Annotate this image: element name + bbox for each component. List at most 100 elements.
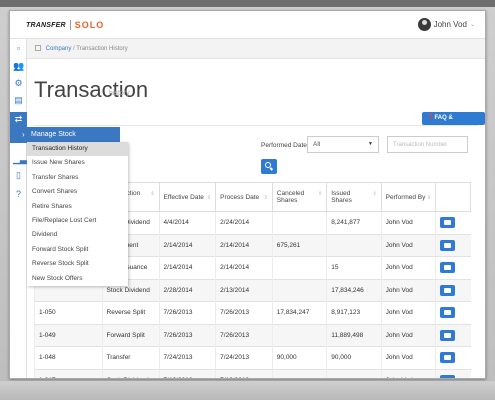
col-header-performed-by[interactable]: ⇕ Performed By [380,182,437,212]
cell-actions [435,346,471,369]
col-header-process-date[interactable]: ⇕ Process Date [215,182,273,212]
menu-item[interactable]: File/Replace Lost Cert [27,214,128,228]
menu-item[interactable]: New Stock Offers [27,272,128,286]
menu-item[interactable]: Reverse Stock Split [27,257,128,271]
settings-icon[interactable]: ⚙ [13,78,24,88]
menu-item[interactable]: Dividend [27,228,128,242]
col-header-canceled-shares[interactable]: ⇕ Canceled Shares [271,182,328,212]
cell-transaction-id: 1-050 [34,301,103,324]
collapse-icon[interactable]: ▫ [13,43,24,53]
cell-effective-date: 7/19/2013 [158,368,216,378]
cell-process-date: 2/14/2014 [215,256,273,279]
breadcrumb-company-link[interactable]: Company [46,46,72,52]
icon-sidebar: ▫ 👥 ⚙ ▤ ⇄ ▭ ▁▃ ▯ ? [10,39,27,378]
cell-canceled-shares: 675,261 [271,233,327,257]
cell-transaction-id: 1-047 [34,368,103,378]
cell-effective-date: 7/26/2013 [158,323,216,347]
cell-issued-shares: 15 [326,256,382,279]
table-row[interactable]: 1-050 Reverse Split 7/26/2013 7/26/2013 17,8… [34,301,471,324]
manage-stock-menu-header[interactable]: › Manage Stock [10,127,120,143]
view-details-button[interactable] [440,239,456,251]
col-header-actions [435,182,471,212]
cell-canceled-shares [271,211,327,234]
search-button[interactable] [261,159,277,174]
cell-performed-by: John Vod [380,233,436,257]
breadcrumb: Company / Transaction History [27,39,485,59]
cell-performed-by: John Vod [380,346,436,369]
view-details-button[interactable] [440,329,456,341]
col-header-issued-shares[interactable]: ⇕ Issued Shares [326,182,382,212]
breadcrumb-separator: / [73,46,75,52]
view-details-button[interactable] [440,375,456,378]
logo[interactable]: TRANSFER SOLO [26,20,104,30]
document-icon[interactable]: ▤ [13,95,24,105]
help-icon[interactable]: ? [13,189,24,199]
menu-item[interactable]: Retire Shares [27,200,128,214]
cell-issued-shares: 17,834,246 [326,278,382,302]
menu-item[interactable]: Transaction History [27,142,128,157]
cell-transaction-type: Cash Dividend [101,368,160,378]
sort-icon: ⇕ [150,191,155,197]
menu-item[interactable]: Convert Shares [27,185,128,199]
menu-item[interactable]: Forward Stock Split [27,243,128,257]
cell-performed-by: John Vod [380,323,436,347]
cell-actions [435,256,471,279]
cell-process-date: 7/19/2013 [215,368,273,378]
cell-effective-date: 7/26/2013 [158,301,216,324]
col-header-effective-date[interactable]: ⇕ Effective Date [158,182,217,212]
view-details-button[interactable] [440,262,456,274]
table-row[interactable]: 1-047Cash Dividend7/19/20137/19/2013John… [34,368,471,378]
sort-icon: ⇕ [372,191,377,197]
table-row[interactable]: 1-049 Forward Split 7/26/2013 7/26/2013 11,8… [34,323,471,347]
file-icon[interactable]: ▯ [13,170,24,180]
logo-brand-part2: SOLO [74,20,105,30]
cell-transaction-type: Reverse Split [101,301,160,324]
transfer-icon[interactable]: ⇄ [10,112,27,127]
sort-icon: ⇕ [206,194,212,201]
cell-canceled-shares [271,368,327,378]
table-row[interactable]: 1-048 Transfer 7/24/2013 7/24/2013 90,000 90,… [34,346,471,369]
home-icon[interactable] [35,45,41,51]
manage-stock-dropdown: Transaction History Issue New Shares Trans… [27,142,128,286]
performed-date-select[interactable]: All ▼ [307,136,379,153]
cell-effective-date: 7/24/2013 [158,346,216,369]
cell-issued-shares: 90,000 [326,346,382,369]
chevron-right-icon: › [22,130,25,139]
menu-item[interactable]: Transfer Shares [27,171,128,185]
cell-canceled-shares: 90,000 [271,346,327,369]
performed-date-label: Performed Date [261,142,307,149]
cell-process-date: 7/26/2013 [215,323,273,347]
cell-process-date: 2/13/2014 [215,278,273,302]
sort-icon: ⇕ [426,194,432,201]
cell-transaction-id: 1-048 [34,346,103,369]
chart-icon[interactable]: ▁▃ [13,154,27,164]
cell-process-date: 7/24/2013 [215,346,273,369]
cell-actions [435,323,471,347]
cell-performed-by: John Vod [380,368,436,378]
logo-divider [69,20,71,30]
chevron-down-icon: ▼ [368,141,373,147]
sort-icon: ⇕ [318,191,323,197]
app-window: TRANSFER SOLO John Vod ⌄ ▫ 👥 ⚙ ▤ ⇄ ▭ ▁▃ … [9,10,486,379]
screen-top-edge [0,0,495,7]
user-menu[interactable]: John Vod ⌄ [417,18,475,31]
cell-issued-shares [326,233,382,257]
faq-glossary-button[interactable]: ❓FAQ & Glossary [422,112,485,134]
view-details-button[interactable] [440,217,456,229]
view-details-button[interactable] [440,352,456,364]
cell-issued-shares: 11,889,498 [326,323,382,347]
cell-canceled-shares [271,323,327,347]
menu-item[interactable]: Issue New Shares [27,156,128,170]
users-icon[interactable]: 👥 [13,61,24,71]
title-divider [34,125,478,126]
view-details-button[interactable] [440,284,456,296]
cell-transaction-type: Transfer [101,346,160,369]
cell-transaction-id: 1-049 [34,323,103,347]
transaction-number-input[interactable]: Transaction Number [387,136,468,153]
cell-issued-shares [326,368,382,378]
view-details-button[interactable] [440,307,456,319]
cell-actions [435,233,471,257]
cell-process-date: 2/24/2014 [215,211,273,234]
performed-date-value: All [313,141,321,148]
cell-effective-date: 2/28/2014 [158,278,216,302]
